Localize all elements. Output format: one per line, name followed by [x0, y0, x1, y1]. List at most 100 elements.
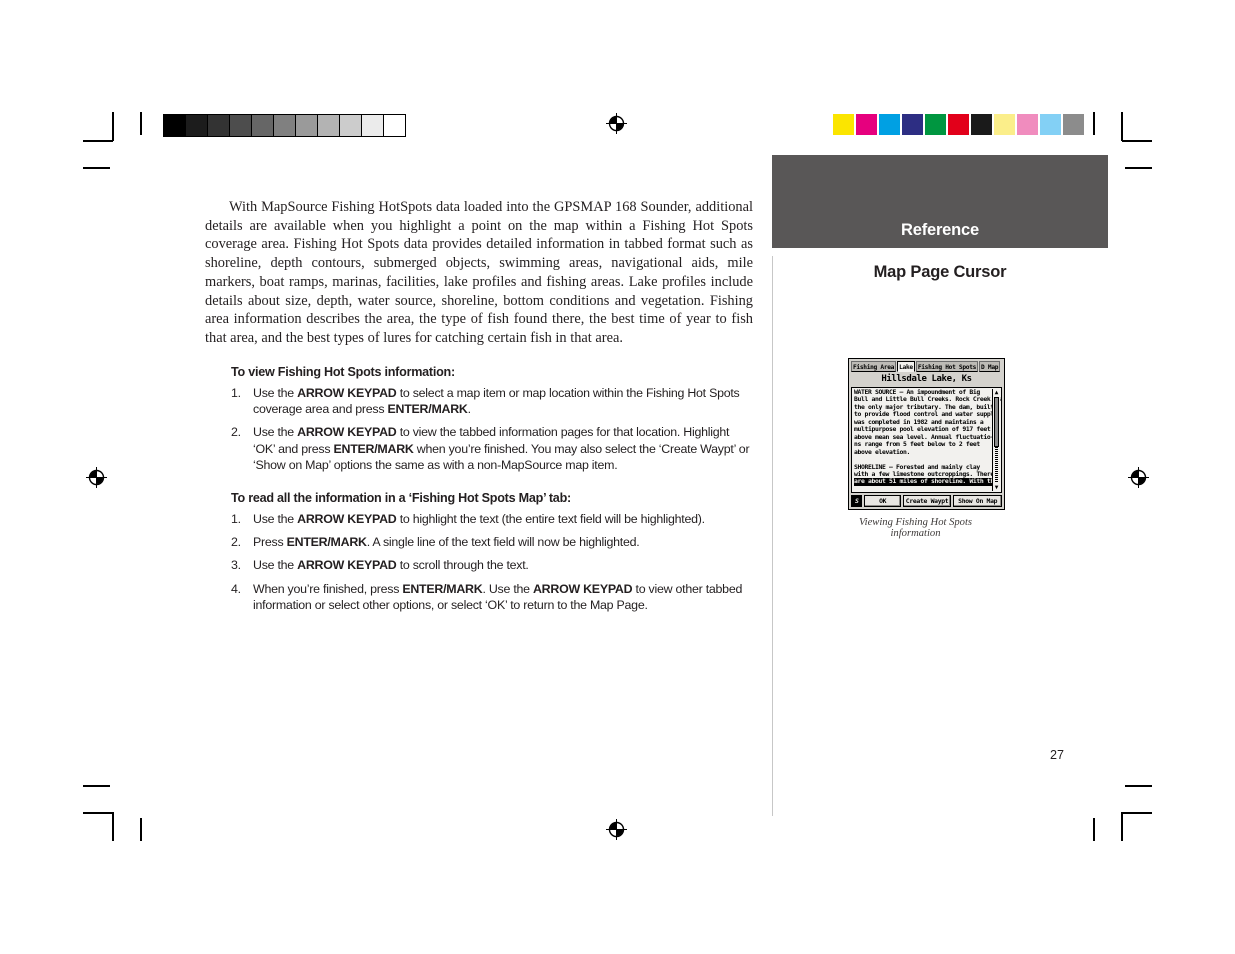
key-label: ARROW KEYPAD — [297, 425, 397, 440]
key-label: ENTER/MARK — [402, 581, 483, 596]
device-soft-button[interactable]: Create Waypt — [902, 495, 952, 507]
step-text: . A single line of the text field will n… — [366, 535, 640, 550]
reference-band: Reference — [772, 155, 1108, 248]
scrollbar-thumb[interactable] — [994, 397, 999, 447]
gray-swatch — [230, 115, 252, 136]
device-screen-title: Hillsdale Lake, Ks — [881, 374, 972, 384]
color-swatch — [879, 114, 900, 135]
step-number: 1. — [231, 385, 241, 400]
scroll-down-arrow-icon[interactable]: ▼ — [993, 484, 1000, 491]
crop-mark-bottom-left-horizontal — [83, 785, 110, 787]
crop-mark-top-left-tick-horizontal — [83, 167, 110, 169]
color-swatch — [948, 114, 969, 135]
procedure-heading: To read all the information in a ‘Fishin… — [231, 490, 571, 505]
crop-mark-bottom-right-tick-vertical — [1093, 818, 1095, 841]
device-tab[interactable]: D Map — [979, 361, 1001, 372]
device-text-lines: WATER SOURCE — An impoundment of Big Bull… — [854, 388, 1001, 486]
device-soft-button[interactable]: Show On Map — [953, 495, 1002, 507]
crop-mark-bottom-left-corner-vertical — [112, 812, 114, 841]
procedure-step: 2. Press ENTER/MARK. A single line of the… — [231, 534, 753, 550]
color-swatch — [925, 114, 946, 135]
gray-swatch — [274, 115, 296, 136]
key-label: ARROW KEYPAD — [297, 385, 397, 400]
gray-swatch — [164, 115, 186, 136]
crop-mark-top-left-tick-vertical — [140, 112, 142, 135]
registration-target-left — [86, 467, 107, 488]
device-text-pane[interactable]: WATER SOURCE — An impoundment of Big Bull… — [851, 387, 1002, 493]
reference-band-label: Reference — [901, 221, 979, 239]
device-scrollbar[interactable]: ▲ ▼ — [992, 389, 1000, 491]
step-text: Use the — [253, 558, 298, 573]
step-text: Use the — [253, 385, 298, 400]
procedure-step: 3. Use the ARROW KEYPAD to scroll through… — [231, 557, 753, 573]
color-swatch — [1017, 114, 1038, 135]
key-label: ARROW KEYPAD — [297, 511, 397, 526]
section-title: Map Page Cursor — [873, 263, 1007, 281]
procedure-step: 2. Use the ARROW KEYPAD to view the tabbe… — [231, 424, 753, 473]
crop-mark-bottom-right-horizontal — [1125, 785, 1152, 787]
main-text-column: With MapSource Fishing HotSpots data loa… — [205, 198, 753, 614]
scroll-up-arrow-icon[interactable]: ▲ — [993, 389, 1000, 396]
device-tab[interactable]: Fishing Hot Spots — [915, 361, 979, 372]
crop-mark-top-left-horizontal — [83, 140, 113, 142]
step-text: Use the — [253, 511, 298, 526]
key-label: ENTER/MARK — [286, 535, 367, 550]
gray-swatch — [384, 115, 405, 136]
procedure-sections: To view Fishing Hot Spots information: 1.… — [205, 365, 753, 614]
device-tab[interactable]: Fishing Area — [851, 361, 897, 372]
procedure-step: 4. When you’re finished, press ENTER/MARK… — [231, 581, 753, 614]
step-number: 3. — [231, 558, 241, 573]
manual-page: With MapSource Fishing HotSpots data loa… — [0, 0, 1235, 954]
device-screenshot-figure: Fishing Area Lake Fishing Hot Spots D Map H… — [848, 358, 1005, 539]
crop-mark-bottom-right-corner-horizontal — [1122, 812, 1152, 814]
step-text: Use the — [253, 425, 298, 440]
color-calibration-strip — [833, 114, 1084, 135]
registration-target-bottom-center — [606, 819, 627, 840]
key-label: ENTER/MARK — [387, 402, 468, 417]
key-label: ARROW KEYPAD — [297, 558, 397, 573]
grayscale-calibration-strip — [163, 114, 406, 137]
step-number: 2. — [231, 425, 241, 440]
step-number: 2. — [231, 535, 241, 550]
device-status-icon: S — [851, 495, 863, 507]
step-number: 1. — [231, 511, 241, 526]
device-text-line: above elevation. — [854, 447, 910, 456]
registration-target-top-center — [606, 113, 627, 134]
device-tab[interactable]: Lake — [897, 361, 915, 372]
key-label: ARROW KEYPAD — [532, 581, 633, 596]
procedure-heading: To view Fishing Hot Spots information: — [231, 364, 455, 379]
gray-swatch — [318, 115, 340, 136]
registration-target-right — [1128, 467, 1149, 488]
color-swatch — [902, 114, 923, 135]
gray-swatch — [340, 115, 362, 136]
procedure-step-list: 1. Use the ARROW KEYPAD to select a map i… — [231, 385, 753, 474]
procedure-step-list: 1. Use the ARROW KEYPAD to highlight the … — [231, 511, 753, 614]
gray-swatch — [252, 115, 274, 136]
crop-mark-bottom-left-tick-vertical — [140, 818, 142, 841]
step-text: . Use the — [482, 581, 533, 596]
page-number: 27 — [1050, 748, 1065, 762]
crop-mark-top-right-tick-vertical — [1093, 112, 1095, 135]
crop-mark-bottom-left-corner-horizontal — [83, 812, 113, 814]
crop-mark-top-right-horizontal — [1122, 140, 1152, 142]
gray-swatch — [362, 115, 384, 136]
step-text: Press — [253, 535, 287, 550]
step-number: 4. — [231, 581, 241, 596]
gray-swatch — [186, 115, 208, 136]
color-swatch — [971, 114, 992, 135]
crop-mark-bottom-right-corner-vertical — [1121, 812, 1123, 841]
device-button-row[interactable]: S OK Create Waypt Show On Map — [851, 495, 1002, 507]
device-tab-row[interactable]: Fishing Area Lake Fishing Hot Spots D Map — [851, 361, 1002, 372]
step-text: . — [467, 402, 471, 417]
gray-swatch — [296, 115, 318, 136]
key-label: ENTER/MARK — [333, 441, 414, 456]
device-soft-button[interactable]: OK — [864, 495, 901, 507]
device-text-line-highlighted: are about 51 miles of shoreline. With th… — [854, 477, 998, 486]
crop-mark-top-right-vertical — [1121, 112, 1123, 141]
step-text: When you’re finished, press — [253, 581, 403, 596]
intro-paragraph: With MapSource Fishing HotSpots data loa… — [205, 199, 753, 346]
crop-mark-top-left-vertical — [112, 112, 114, 141]
step-text: to highlight the text (the entire text f… — [396, 511, 705, 526]
procedure-step: 1. Use the ARROW KEYPAD to highlight the … — [231, 511, 753, 527]
color-swatch — [833, 114, 854, 135]
